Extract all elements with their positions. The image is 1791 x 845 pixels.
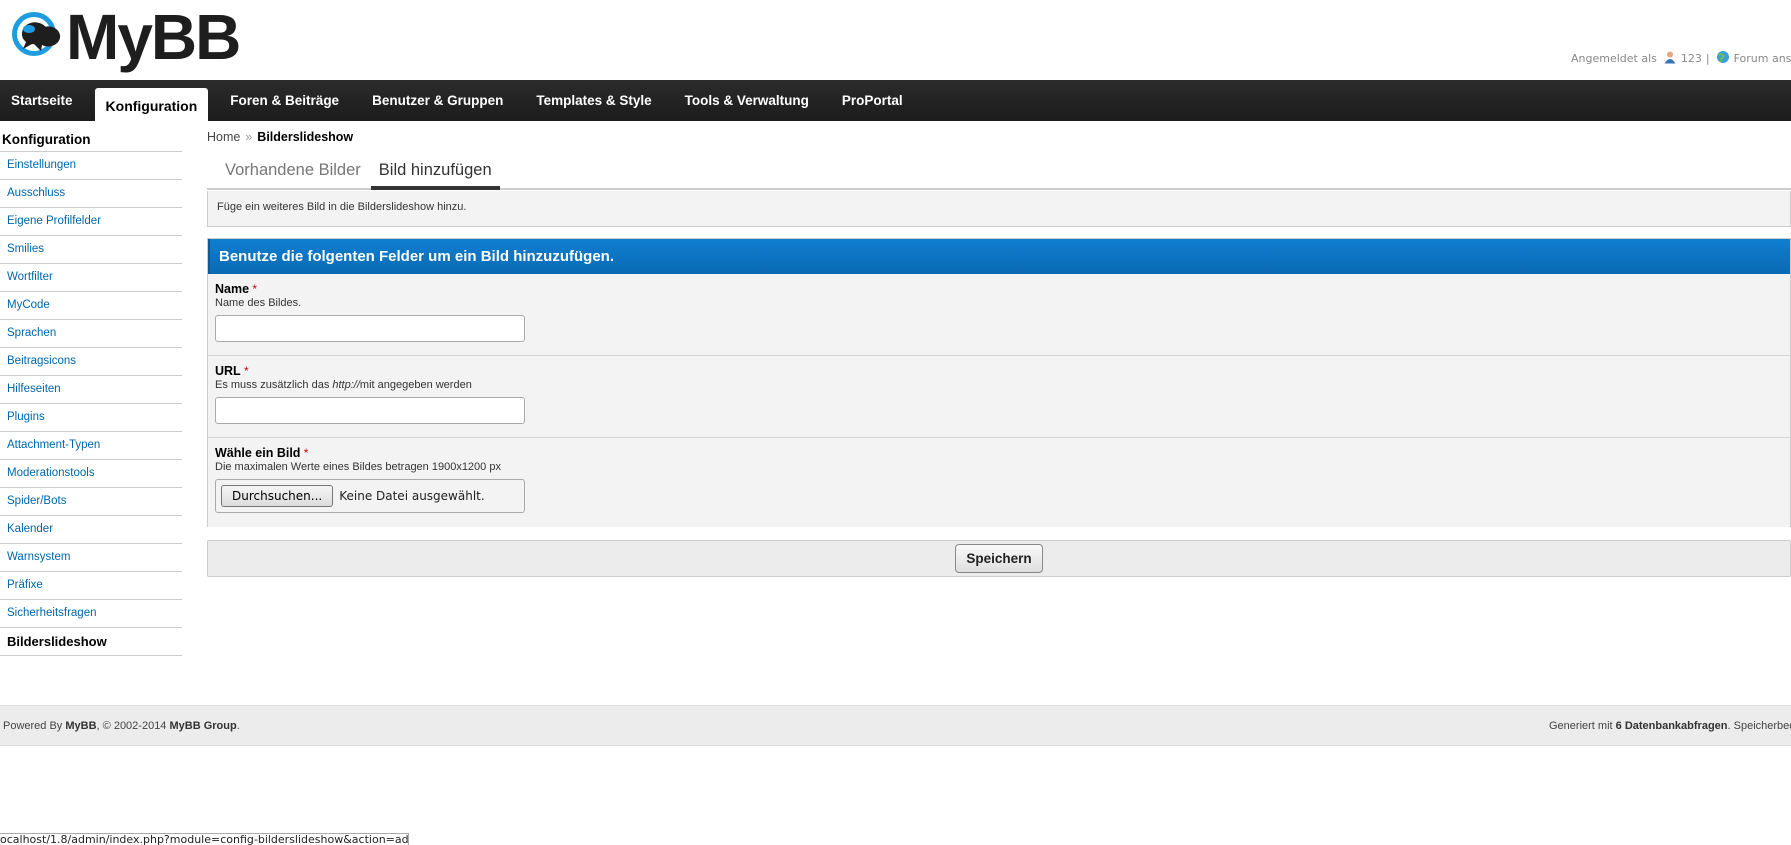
logged-in-label: Angemeldet als bbox=[1571, 52, 1657, 65]
save-button[interactable]: Speichern bbox=[955, 544, 1043, 573]
sidebar-item-bilderslideshow[interactable]: Bilderslideshow bbox=[0, 628, 182, 656]
sidebar-item-kalender[interactable]: Kalender bbox=[0, 516, 182, 544]
tab-vorhandene-bilder[interactable]: Vorhandene Bilder bbox=[207, 155, 371, 188]
sidebar-title: Konfiguration bbox=[0, 128, 182, 152]
copyright-text: , © 2002-2014 bbox=[96, 720, 167, 732]
sidebar-item-plugins[interactable]: Plugins bbox=[0, 404, 182, 432]
name-input[interactable] bbox=[215, 315, 525, 342]
footer-stats: Generiert mit 6 Datenbankabfragen. Speic… bbox=[1549, 720, 1791, 732]
required-marker: * bbox=[303, 446, 309, 460]
sidebar-item-eigene-profilfelder[interactable]: Eigene Profilfelder bbox=[0, 208, 182, 236]
browser-status-url: ocalhost/1.8/admin/index.php?module=conf… bbox=[0, 833, 409, 845]
sidebar: Konfiguration Einstellungen Ausschluss E… bbox=[0, 128, 182, 656]
url-description-after: mit angegeben werden bbox=[359, 379, 472, 391]
form-actions: Speichern bbox=[207, 540, 1791, 577]
required-marker: * bbox=[244, 364, 249, 378]
tab-bar: Vorhandene Bilder Bild hinzufügen bbox=[207, 155, 1791, 190]
globe-icon bbox=[1716, 50, 1730, 67]
sidebar-item-moderationstools[interactable]: Moderationstools bbox=[0, 460, 182, 488]
url-description-protocol: http:// bbox=[332, 379, 360, 391]
image-row: Wähle ein Bild * Die maximalen Werte ein… bbox=[208, 438, 1790, 527]
sidebar-item-praefixe[interactable]: Präfixe bbox=[0, 572, 182, 600]
sidebar-item-einstellungen[interactable]: Einstellungen bbox=[0, 152, 182, 180]
footer-period: . bbox=[236, 720, 240, 732]
url-row: URL * Es muss zusätzlich das http://mit … bbox=[208, 356, 1790, 438]
user-icon bbox=[1663, 50, 1677, 67]
nav-item-templates-style[interactable]: Templates & Style bbox=[525, 80, 662, 121]
breadcrumb-separator: » bbox=[245, 130, 253, 144]
sidebar-item-hilfeseiten[interactable]: Hilfeseiten bbox=[0, 376, 182, 404]
sidebar-item-attachment-typen[interactable]: Attachment-Typen bbox=[0, 432, 182, 460]
query-count: 6 Datenbankabfragen bbox=[1615, 720, 1728, 732]
separator: | bbox=[1705, 52, 1710, 65]
url-description: Es muss zusätzlich das http://mit angege… bbox=[215, 379, 1783, 391]
tab-bild-hinzufuegen[interactable]: Bild hinzufügen bbox=[370, 155, 500, 190]
sidebar-item-mycode[interactable]: MyCode bbox=[0, 292, 182, 320]
sidebar-item-spider-bots[interactable]: Spider/Bots bbox=[0, 488, 182, 516]
sidebar-item-smilies[interactable]: Smilies bbox=[0, 236, 182, 264]
breadcrumb: Home » Bilderslideshow bbox=[207, 130, 353, 144]
main-nav: Startseite Konfiguration Foren & Beiträg… bbox=[0, 80, 1791, 121]
mybb-link[interactable]: MyBB bbox=[65, 720, 96, 732]
file-status: Keine Datei ausgewählt. bbox=[339, 489, 485, 503]
nav-item-proportal[interactable]: ProPortal bbox=[831, 80, 914, 121]
mybb-group-link[interactable]: MyBB Group bbox=[170, 720, 237, 732]
logo-text: MyBB bbox=[66, 1, 241, 73]
file-input[interactable]: Durchsuchen... Keine Datei ausgewählt. bbox=[215, 479, 525, 513]
sidebar-item-wortfilter[interactable]: Wortfilter bbox=[0, 264, 182, 292]
name-description: Name des Bildes. bbox=[215, 297, 302, 309]
sidebar-item-sprachen[interactable]: Sprachen bbox=[0, 320, 182, 348]
name-row: Name * Name des Bildes. bbox=[208, 274, 1790, 356]
generated-label: Generiert mit bbox=[1549, 720, 1613, 732]
sidebar-item-ausschluss[interactable]: Ausschluss bbox=[0, 180, 182, 208]
view-forum-link[interactable]: Forum ansehen bbox=[1734, 52, 1791, 65]
username-link[interactable]: 123 bbox=[1681, 52, 1702, 65]
breadcrumb-current: Bilderslideshow bbox=[257, 130, 354, 144]
nav-item-tools-verwaltung[interactable]: Tools & Verwaltung bbox=[674, 80, 820, 121]
breadcrumb-home[interactable]: Home bbox=[207, 130, 240, 144]
browse-button[interactable]: Durchsuchen... bbox=[221, 485, 334, 507]
powered-by-label: Powered By bbox=[3, 720, 63, 732]
header: MyBB Angemeldet als 123 | Forum ansehen bbox=[0, 0, 1791, 80]
speech-bubbles-icon bbox=[8, 9, 64, 65]
name-label: Name bbox=[215, 282, 250, 296]
footer: Powered By MyBB, © 2002-2014 MyBB Group.… bbox=[0, 705, 1791, 746]
image-label: Wähle ein Bild bbox=[215, 446, 301, 460]
url-input[interactable] bbox=[215, 397, 525, 424]
footer-credits: Powered By MyBB, © 2002-2014 MyBB Group. bbox=[3, 720, 240, 732]
add-image-form: Benutze die folgenten Felder um ein Bild… bbox=[207, 238, 1791, 527]
required-marker: * bbox=[252, 282, 258, 296]
image-description: Die maximalen Werte eines Bildes betrage… bbox=[215, 461, 501, 473]
url-label: URL bbox=[215, 364, 241, 378]
nav-item-konfiguration[interactable]: Konfiguration bbox=[94, 88, 209, 121]
sidebar-item-warnsystem[interactable]: Warnsystem bbox=[0, 544, 182, 572]
sidebar-item-sicherheitsfragen[interactable]: Sicherheitsfragen bbox=[0, 600, 182, 628]
url-description-before: Es muss zusätzlich das bbox=[215, 379, 333, 391]
user-area: Angemeldet als 123 | Forum ansehen bbox=[1571, 50, 1791, 67]
tab-description: Füge ein weiteres Bild in die Bilderslid… bbox=[207, 191, 1791, 227]
memory-label: . Speicherbedarf bbox=[1727, 720, 1791, 732]
nav-item-foren-beitraege[interactable]: Foren & Beiträge bbox=[219, 80, 350, 121]
sidebar-item-beitragsicons[interactable]: Beitragsicons bbox=[0, 348, 182, 376]
nav-item-startseite[interactable]: Startseite bbox=[0, 80, 84, 121]
nav-item-benutzer-gruppen[interactable]: Benutzer & Gruppen bbox=[361, 80, 514, 121]
mybb-logo[interactable]: MyBB bbox=[8, 1, 241, 73]
form-heading: Benutze die folgenten Felder um ein Bild… bbox=[208, 239, 1790, 274]
